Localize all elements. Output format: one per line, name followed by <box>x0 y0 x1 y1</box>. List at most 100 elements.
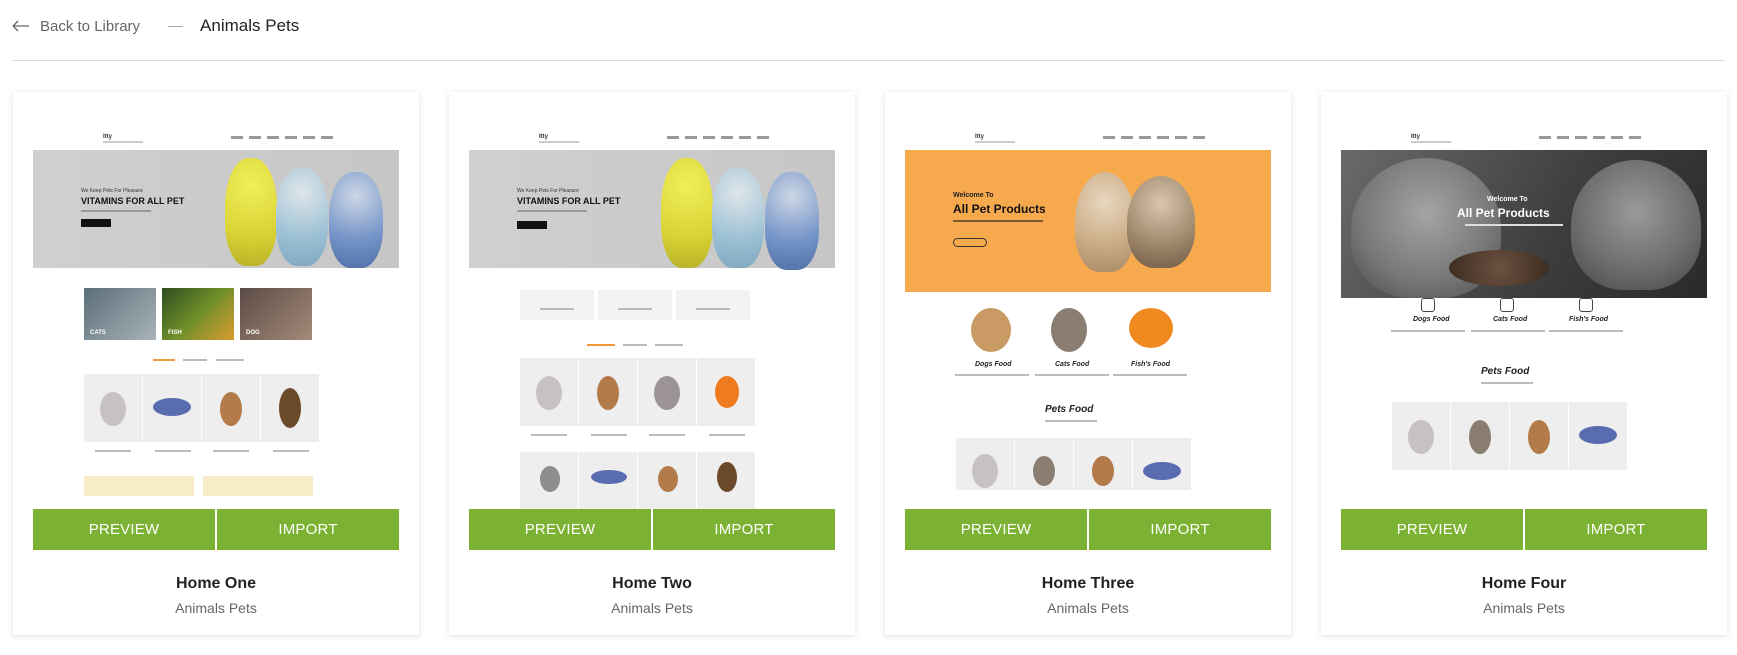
card-subtitle: Animals Pets <box>1047 600 1129 616</box>
mini-logo-tagline <box>539 141 579 143</box>
mini-logo-tagline <box>975 141 1015 143</box>
preview-button[interactable]: PREVIEW <box>905 509 1087 550</box>
mini-hero-banner: We Keep Pets For Pleasure VITAMINS FOR A… <box>469 150 835 270</box>
template-card-home-three: Itty Welcome To All Pet Products Dogs Fo… <box>885 92 1291 635</box>
mini-hero-heading: All Pet Products <box>1457 206 1550 220</box>
mini-product-card <box>638 358 696 426</box>
category-cats-image: CATS <box>84 288 156 340</box>
preview-button[interactable]: PREVIEW <box>1341 509 1523 550</box>
mini-product-card <box>1510 402 1568 470</box>
import-button[interactable]: IMPORT <box>1523 509 1707 550</box>
mini-feature-shipping <box>520 290 594 320</box>
cat-food-image <box>1051 308 1087 352</box>
mini-hero-text <box>1465 224 1563 226</box>
mini-logo: Itty <box>539 134 548 140</box>
mini-product-card <box>1133 438 1191 490</box>
mini-logo-tagline <box>103 141 143 143</box>
mini-hero-heading: All Pet Products <box>953 202 1046 216</box>
category-cats-label: CATS <box>90 330 106 336</box>
mini-product-card <box>261 374 319 442</box>
import-button[interactable]: IMPORT <box>215 509 399 550</box>
template-card-home-two: Itty We Keep Pets For Pleasure VITAMINS … <box>449 92 855 635</box>
mini-product-card <box>202 374 260 442</box>
card-title: Home Two <box>612 575 692 592</box>
mini-tab <box>655 344 683 346</box>
card-title: Home Three <box>1041 575 1135 592</box>
mini-product-card <box>1015 438 1073 490</box>
mini-product-card <box>84 374 142 442</box>
template-card-home-one: Itty We Keep Pets For Pleasure VITAMINS … <box>13 92 419 635</box>
template-thumbnail[interactable]: Itty We Keep Pets For Pleasure VITAMINS … <box>33 112 399 550</box>
card-actions: PREVIEW IMPORT <box>469 509 835 550</box>
mini-site-nav: Itty <box>975 134 1205 146</box>
template-thumbnail[interactable]: Itty Welcome To All Pet Products Dogs Fo… <box>905 112 1271 550</box>
category-fish-label: FISH <box>168 330 182 336</box>
cat-food-icon <box>1500 298 1514 312</box>
mini-tab <box>183 359 207 361</box>
fish-food-label: Fish's Food <box>1131 361 1170 368</box>
card-actions: PREVIEW IMPORT <box>33 509 399 550</box>
mini-feature-returns <box>676 290 750 320</box>
mini-text-line <box>1045 420 1097 422</box>
mini-hero-heading: VITAMINS FOR ALL PET <box>517 196 621 206</box>
mini-product-card <box>1569 402 1627 470</box>
cats-food-label: Cats Food <box>1493 316 1528 323</box>
mini-tab <box>216 359 244 361</box>
mini-product-title <box>709 434 745 436</box>
mini-logo-tagline <box>1411 141 1451 143</box>
mini-product-card <box>697 358 755 426</box>
preview-button[interactable]: PREVIEW <box>33 509 215 550</box>
mini-hero-button <box>517 221 547 229</box>
mini-tab-active <box>587 344 615 346</box>
mini-product-title <box>531 434 567 436</box>
mini-product-title <box>213 450 249 452</box>
mini-logo: Itty <box>1411 134 1420 140</box>
mini-product-card <box>1392 402 1450 470</box>
template-grid: Itty We Keep Pets For Pleasure VITAMINS … <box>13 92 1727 635</box>
mini-menu <box>1103 136 1205 139</box>
preview-button[interactable]: PREVIEW <box>469 509 651 550</box>
yellow-parakeet-image <box>661 158 713 268</box>
mini-hero-kicker: Welcome To <box>953 192 994 199</box>
import-button[interactable]: IMPORT <box>651 509 835 550</box>
mini-product-title <box>95 450 131 452</box>
category-fish-image: FISH <box>162 288 234 340</box>
mini-site-nav: Itty <box>539 134 769 146</box>
template-thumbnail[interactable]: Itty We Keep Pets For Pleasure VITAMINS … <box>469 112 835 550</box>
dogs-food-label: Dogs Food <box>1413 316 1450 323</box>
mini-product-title <box>273 450 309 452</box>
mini-logo: Itty <box>103 134 112 140</box>
violet-parakeet-image <box>329 172 383 268</box>
card-subtitle: Animals Pets <box>175 600 257 616</box>
fish-food-image <box>1129 308 1173 348</box>
mini-tab-active <box>153 359 175 361</box>
mini-hero-banner: Welcome To All Pet Products <box>1341 150 1707 298</box>
dogs-food-label: Dogs Food <box>975 361 1012 368</box>
mini-product-title <box>649 434 685 436</box>
breadcrumb: Back to Library Animals Pets <box>12 14 299 38</box>
mini-product-card <box>1451 402 1509 470</box>
mini-hero-banner: Welcome To All Pet Products <box>905 150 1271 292</box>
back-to-library-label: Back to Library <box>40 17 141 35</box>
mini-product-card <box>956 438 1014 490</box>
mini-text-line <box>1035 374 1109 376</box>
mini-hero-button <box>81 219 111 227</box>
mini-menu <box>231 136 333 139</box>
yellow-parakeet-image <box>225 158 277 266</box>
template-thumbnail[interactable]: Itty Welcome To All Pet Products Dogs Fo… <box>1341 112 1707 550</box>
mini-menu <box>1539 136 1641 139</box>
pet-food-bowl-image <box>1449 250 1549 286</box>
card-title: Home Four <box>1481 575 1567 592</box>
import-button[interactable]: IMPORT <box>1087 509 1271 550</box>
arrow-left-icon <box>12 20 29 32</box>
breadcrumb-separator <box>168 25 184 27</box>
card-actions: PREVIEW IMPORT <box>905 509 1271 550</box>
library-header: Back to Library Animals Pets <box>0 0 1737 61</box>
mini-tab <box>623 344 647 346</box>
kitten-image <box>1127 176 1195 268</box>
back-to-library-link[interactable]: Back to Library <box>12 18 140 35</box>
cat-image <box>1075 172 1135 272</box>
card-actions: PREVIEW IMPORT <box>1341 509 1707 550</box>
fish-food-icon <box>1579 298 1593 312</box>
mini-text-line <box>955 374 1029 376</box>
